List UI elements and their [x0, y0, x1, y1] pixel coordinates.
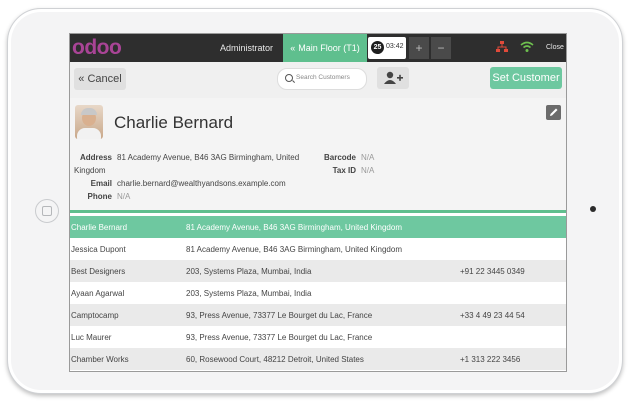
- new-order-button[interactable]: +: [409, 37, 429, 59]
- customer-row-address: 203, Systems Plaza, Mumbai, India: [186, 267, 312, 276]
- table-row[interactable]: Jessica Dupont 81 Academy Avenue, B46 3A…: [70, 238, 566, 260]
- address-label: Address: [79, 153, 112, 162]
- pos-screen: odoo Administrator «Main Floor (T1) 25 0…: [69, 33, 567, 372]
- email-value: charlie.bernard@wealthyandsons.example.c…: [117, 179, 286, 188]
- customer-row-phone: +1 313 222 3456: [460, 355, 521, 364]
- customer-row-name: Ayaan Agarwal: [71, 289, 125, 298]
- customer-row-name: Jessica Dupont: [71, 245, 126, 254]
- customer-row-address: 93, Press Avenue, 73377 Le Bourget du La…: [186, 333, 373, 342]
- table-row[interactable]: Camptocamp 93, Press Avenue, 73377 Le Bo…: [70, 304, 566, 326]
- add-customer-button[interactable]: [377, 67, 409, 89]
- floor-label: Main Floor (T1): [298, 43, 360, 53]
- taxid-label: Tax ID: [332, 166, 356, 175]
- barcode-value: N/A: [361, 153, 375, 162]
- odoo-logo: odoo: [72, 36, 122, 59]
- customer-row-name: Camptocamp: [71, 311, 119, 320]
- top-bar: odoo Administrator «Main Floor (T1) 25 0…: [70, 34, 566, 62]
- edit-button[interactable]: [546, 105, 561, 120]
- double-chevron-left-icon: «: [290, 43, 296, 53]
- avatar-body: [77, 128, 101, 139]
- home-button[interactable]: [35, 199, 59, 223]
- avatar-hair: [81, 108, 97, 115]
- customer-details: Charlie Bernard Address 81 Academy Avenu…: [70, 98, 566, 210]
- customer-toolbar: « Cancel Search Customers Set Customer: [70, 62, 566, 98]
- order-tab[interactable]: 25 03:42: [368, 37, 406, 59]
- table-row[interactable]: Best Designers 203, Systems Plaza, Mumba…: [70, 260, 566, 282]
- set-customer-button[interactable]: Set Customer: [490, 67, 562, 89]
- customer-row-address: 81 Academy Avenue, B46 3AG Birmingham, U…: [186, 223, 402, 232]
- floor-button[interactable]: «Main Floor (T1): [283, 34, 367, 62]
- customer-name: Charlie Bernard: [114, 113, 234, 132]
- delete-order-button[interactable]: −: [431, 37, 451, 59]
- user-name[interactable]: Administrator: [220, 43, 273, 53]
- customer-row-name: Chamber Works: [71, 355, 129, 364]
- add-user-icon: [384, 71, 403, 84]
- customer-row-phone: +91 22 3445 0349: [460, 267, 525, 276]
- phone-label: Phone: [87, 192, 112, 201]
- wifi-icon[interactable]: [520, 41, 534, 53]
- table-row[interactable]: Chamber Works 60, Rosewood Court, 48212 …: [70, 348, 566, 370]
- table-row[interactable]: Charlie Bernard 81 Academy Avenue, B46 3…: [70, 216, 566, 238]
- home-square-icon: [42, 206, 52, 216]
- table-row[interactable]: Luc Maurer 93, Press Avenue, 73377 Le Bo…: [70, 326, 566, 348]
- customer-row-name: Luc Maurer: [71, 333, 112, 342]
- customer-row-address: 60, Rosewood Court, 48212 Detroit, Unite…: [186, 355, 364, 364]
- camera-icon: [590, 206, 596, 212]
- network-icon[interactable]: [496, 41, 508, 53]
- barcode-label: Barcode: [323, 153, 356, 162]
- search-icon: [285, 74, 293, 82]
- cancel-label: Cancel: [87, 73, 122, 85]
- search-placeholder: Search Customers: [296, 74, 350, 81]
- taxid-value: N/A: [361, 166, 375, 175]
- cancel-button[interactable]: « Cancel: [74, 68, 126, 90]
- divider: [70, 210, 566, 213]
- order-time: 03:42: [386, 43, 404, 50]
- avatar: [75, 105, 103, 139]
- address-value: 81 Academy Avenue, B46 3AG Birmingham, U…: [117, 153, 300, 162]
- customer-row-name: Best Designers: [71, 267, 126, 276]
- order-badge: 25: [371, 41, 384, 54]
- customer-row-name: Charlie Bernard: [71, 223, 128, 232]
- table-row[interactable]: Ayaan Agarwal 203, Systems Plaza, Mumbai…: [70, 282, 566, 304]
- email-label: Email: [90, 179, 112, 188]
- customer-row-address: 93, Press Avenue, 73377 Le Bourget du La…: [186, 311, 373, 320]
- customer-row-phone: +33 4 49 23 44 54: [460, 311, 525, 320]
- search-input[interactable]: Search Customers: [277, 68, 367, 90]
- close-button[interactable]: Close: [546, 44, 564, 51]
- customer-row-address: 203, Systems Plaza, Mumbai, India: [186, 289, 312, 298]
- phone-value: N/A: [117, 192, 131, 201]
- address-value-line2: Kingdom: [74, 166, 106, 175]
- pencil-icon: [550, 108, 558, 116]
- customer-row-address: 81 Academy Avenue, B46 3AG Birmingham, U…: [186, 245, 402, 254]
